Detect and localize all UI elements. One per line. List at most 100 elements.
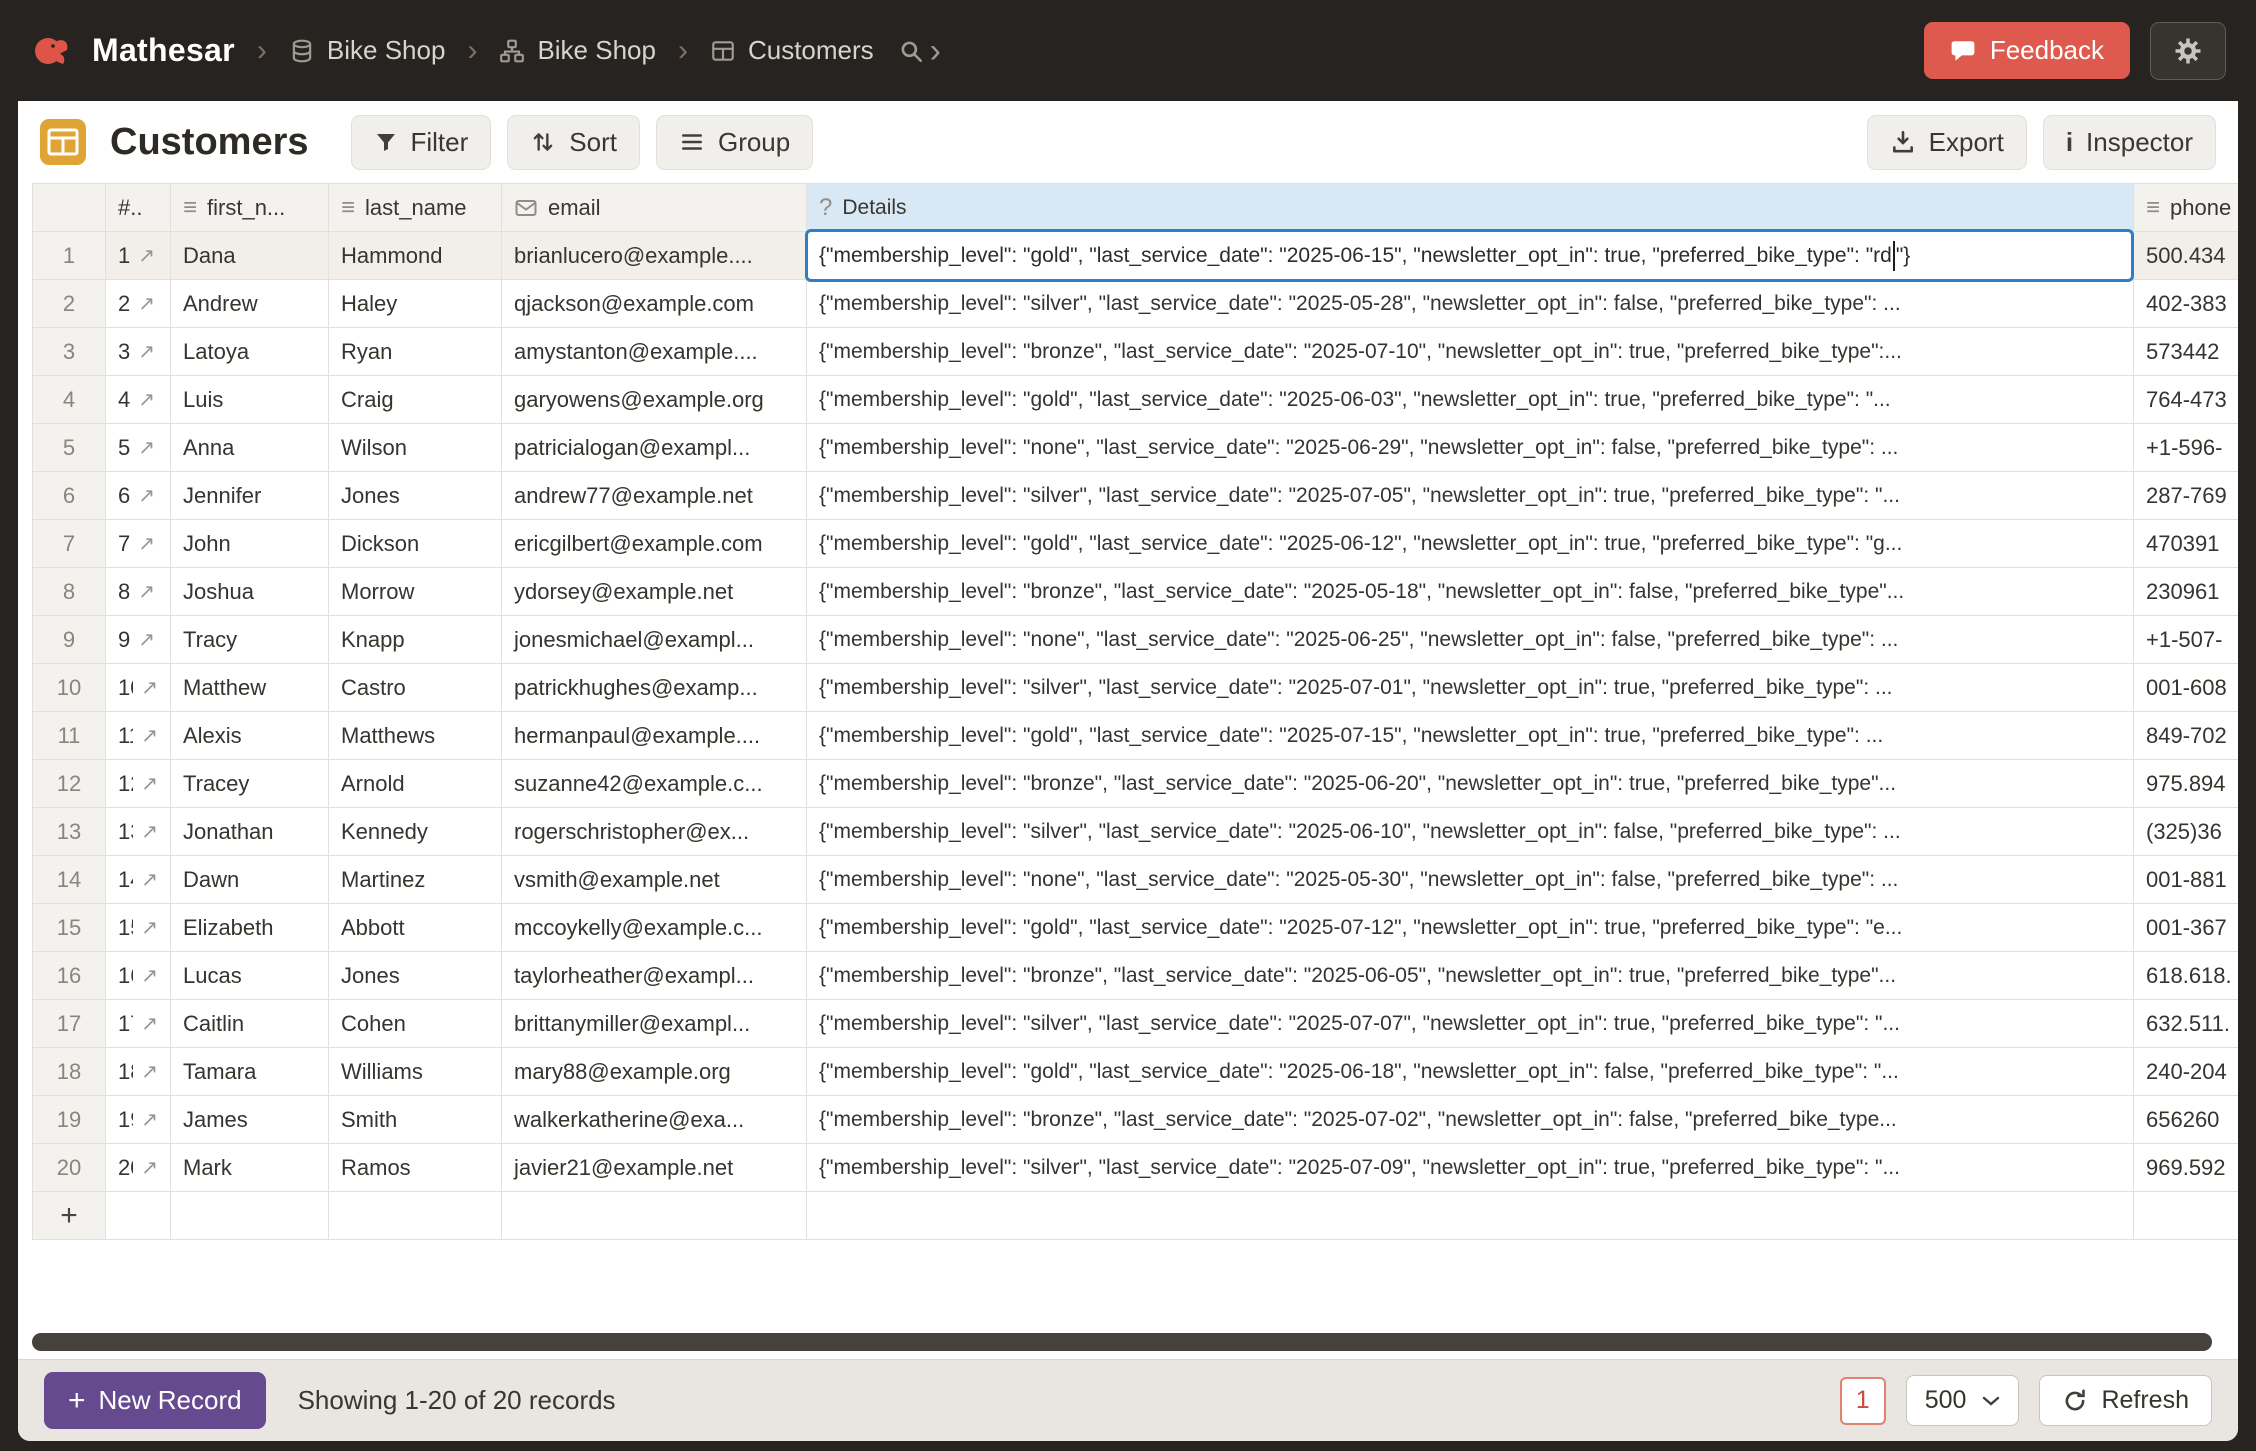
phone-cell[interactable]: 632.511. [2134,1000,2238,1048]
row-number[interactable]: 3 [33,328,106,376]
email-cell[interactable]: amystanton@example.... [502,328,807,376]
phone-cell[interactable]: (325)36 [2134,808,2238,856]
details-cell[interactable]: {"membership_level": "none", "last_servi… [807,616,2134,664]
breadcrumb-schema[interactable]: Bike Shop [499,35,656,66]
cell-editor[interactable]: {"membership_level": "gold", "last_servi… [805,229,2134,282]
details-cell[interactable]: {"membership_level": "gold", "last_servi… [807,376,2134,424]
row-number[interactable]: 9 [33,616,106,664]
breadcrumb-database[interactable]: Bike Shop [289,35,446,66]
record-link-icon[interactable]: ↗ [138,531,155,556]
email-cell[interactable]: mccoykelly@example.c... [502,904,807,952]
row-number[interactable]: 8 [33,568,106,616]
record-link-icon[interactable]: ↗ [138,291,155,316]
record-link-icon[interactable]: ↗ [141,819,158,844]
phone-cell[interactable]: 618.618. [2134,952,2238,1000]
column-header-details[interactable]: ? Details [807,184,2134,232]
first-name-cell[interactable]: Anna [171,424,329,472]
id-cell[interactable]: 11 ↗ [106,712,171,760]
sort-button[interactable]: Sort [507,115,640,170]
last-name-cell[interactable]: Abbott [329,904,502,952]
first-name-cell[interactable]: Dawn [171,856,329,904]
search-icon[interactable] [898,38,924,64]
phone-cell[interactable]: 764-473 [2134,376,2238,424]
email-cell[interactable]: mary88@example.org [502,1048,807,1096]
record-link-icon[interactable]: ↗ [141,675,158,700]
details-cell[interactable]: {"membership_level": "bronze", "last_ser… [807,328,2134,376]
phone-cell[interactable]: 240-204 [2134,1048,2238,1096]
email-cell[interactable]: brittanymiller@exampl... [502,1000,807,1048]
details-cell[interactable]: {"membership_level": "bronze", "last_ser… [807,760,2134,808]
record-link-icon[interactable]: ↗ [141,1059,158,1084]
export-button[interactable]: Export [1867,115,2027,170]
first-name-cell[interactable]: Joshua [171,568,329,616]
details-cell[interactable]: {"membership_level": "bronze", "last_ser… [807,952,2134,1000]
row-number[interactable]: 11 [33,712,106,760]
id-cell[interactable]: 10 ↗ [106,664,171,712]
record-link-icon[interactable]: ↗ [138,627,155,652]
last-name-cell[interactable]: Ramos [329,1144,502,1192]
id-cell[interactable]: 16 ↗ [106,952,171,1000]
feedback-button[interactable]: Feedback [1924,22,2130,79]
id-cell[interactable]: 2 ↗ [106,280,171,328]
row-number[interactable]: 13 [33,808,106,856]
row-number[interactable]: 4 [33,376,106,424]
row-number[interactable]: 7 [33,520,106,568]
phone-cell[interactable]: 287-769 [2134,472,2238,520]
details-cell[interactable]: {"membership_level": "bronze", "last_ser… [807,1096,2134,1144]
id-cell[interactable]: 5 ↗ [106,424,171,472]
record-link-icon[interactable]: ↗ [141,723,158,748]
refresh-button[interactable]: Refresh [2039,1375,2212,1426]
phone-cell[interactable]: 849-702 [2134,712,2238,760]
details-cell[interactable]: {"membership_level": "bronze", "last_ser… [807,568,2134,616]
details-cell[interactable]: {"membership_level": "none", "last_servi… [807,856,2134,904]
phone-cell[interactable]: 656260 [2134,1096,2238,1144]
row-number[interactable]: 14 [33,856,106,904]
first-name-cell[interactable]: Tamara [171,1048,329,1096]
phone-cell[interactable]: 500.434 [2134,232,2238,280]
email-cell[interactable]: brianlucero@example.... [502,232,807,280]
first-name-cell[interactable]: Mark [171,1144,329,1192]
details-cell-editing[interactable]: {"membership_level": "gold", "last_servi… [807,232,2134,280]
phone-cell[interactable]: 001-367 [2134,904,2238,952]
page-number-button[interactable]: 1 [1840,1377,1886,1425]
record-link-icon[interactable]: ↗ [141,915,158,940]
email-cell[interactable]: suzanne42@example.c... [502,760,807,808]
filter-button[interactable]: Filter [351,115,492,170]
details-cell[interactable]: {"membership_level": "gold", "last_servi… [807,904,2134,952]
id-cell[interactable]: 13 ↗ [106,808,171,856]
id-cell[interactable]: 20 ↗ [106,1144,171,1192]
row-number[interactable]: 1 [33,232,106,280]
record-link-icon[interactable]: ↗ [138,243,155,268]
email-cell[interactable]: patrickhughes@examp... [502,664,807,712]
first-name-cell[interactable]: Caitlin [171,1000,329,1048]
last-name-cell[interactable]: Morrow [329,568,502,616]
row-number[interactable]: 15 [33,904,106,952]
last-name-cell[interactable]: Haley [329,280,502,328]
first-name-cell[interactable]: Luis [171,376,329,424]
first-name-cell[interactable]: Alexis [171,712,329,760]
phone-cell[interactable]: +1-507- [2134,616,2238,664]
first-name-cell[interactable]: Dana [171,232,329,280]
id-cell[interactable]: 17 ↗ [106,1000,171,1048]
first-name-cell[interactable]: Lucas [171,952,329,1000]
email-cell[interactable]: javier21@example.net [502,1144,807,1192]
id-cell[interactable]: 12 ↗ [106,760,171,808]
id-cell[interactable]: 3 ↗ [106,328,171,376]
details-cell[interactable]: {"membership_level": "silver", "last_ser… [807,280,2134,328]
last-name-cell[interactable]: Williams [329,1048,502,1096]
details-cell[interactable]: {"membership_level": "silver", "last_ser… [807,472,2134,520]
id-cell[interactable]: 1 ↗ [106,232,171,280]
last-name-cell[interactable]: Matthews [329,712,502,760]
record-link-icon[interactable]: ↗ [138,435,155,460]
chevron-right-icon[interactable]: › [930,34,941,68]
row-number[interactable]: 2 [33,280,106,328]
row-number[interactable]: 10 [33,664,106,712]
row-number[interactable]: 19 [33,1096,106,1144]
record-link-icon[interactable]: ↗ [141,771,158,796]
last-name-cell[interactable]: Cohen [329,1000,502,1048]
last-name-cell[interactable]: Dickson [329,520,502,568]
email-cell[interactable]: qjackson@example.com [502,280,807,328]
email-cell[interactable]: hermanpaul@example.... [502,712,807,760]
phone-cell[interactable]: 975.894 [2134,760,2238,808]
first-name-cell[interactable]: Andrew [171,280,329,328]
